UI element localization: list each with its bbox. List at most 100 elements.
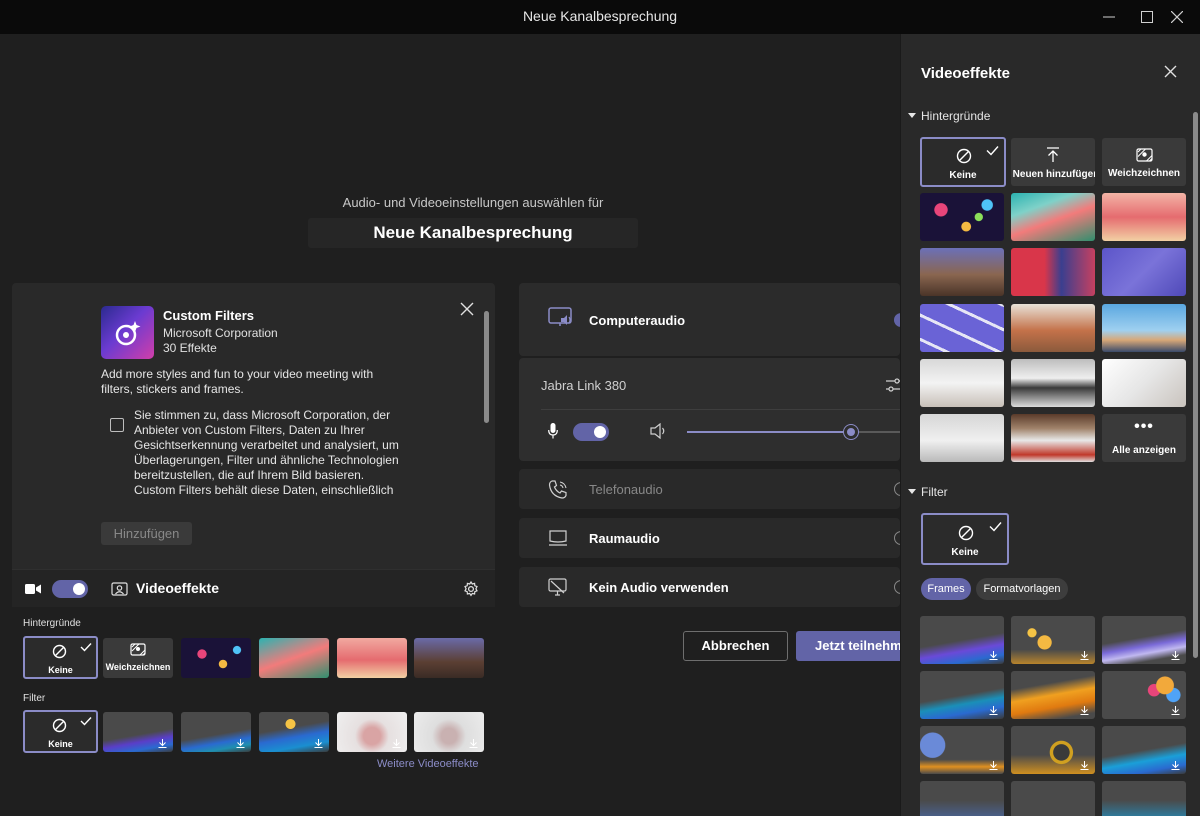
checkmark-icon	[986, 146, 999, 156]
download-icon	[1080, 761, 1089, 770]
background-image-11[interactable]	[1011, 359, 1095, 407]
background-image-6[interactable]	[1102, 248, 1186, 296]
tab-frames[interactable]: Frames	[921, 578, 971, 600]
download-icon	[989, 761, 998, 770]
frame-thumb-5[interactable]	[1011, 671, 1095, 719]
no-audio-label: Kein Audio verwenden	[589, 580, 729, 595]
download-icon	[1080, 651, 1089, 660]
background-thumb-1[interactable]	[181, 638, 251, 678]
backgrounds-section-header[interactable]: Hintergründe	[907, 109, 990, 123]
quick-effects: Hintergründe Keine Weichzeichnen Filter …	[12, 607, 495, 790]
phone-audio-option[interactable]: Telefonaudio	[519, 469, 900, 509]
filter-thumb-4[interactable]	[337, 712, 407, 752]
more-video-effects-link[interactable]: Weitere Videoeffekte	[377, 758, 479, 770]
room-audio-icon	[549, 530, 567, 546]
background-image-7[interactable]	[920, 304, 1004, 352]
video-effects-side-panel: Videoeffekte Hintergründe Keine Neuen hi…	[900, 34, 1200, 816]
filter-thumb-3[interactable]	[259, 712, 329, 752]
background-thumb-4[interactable]	[414, 638, 484, 678]
app-effects-count: 30 Effekte	[163, 341, 217, 355]
checkmark-icon	[80, 643, 92, 652]
phone-audio-label: Telefonaudio	[589, 482, 663, 497]
background-image-14[interactable]	[1011, 414, 1095, 462]
close-app-card-button[interactable]	[460, 302, 476, 318]
custom-filters-app-icon	[101, 306, 154, 359]
frame-thumb-1[interactable]	[920, 616, 1004, 664]
background-blur[interactable]: Weichzeichnen	[103, 638, 173, 678]
download-icon	[989, 706, 998, 715]
frame-thumb-2[interactable]	[1011, 616, 1095, 664]
frame-thumb-11[interactable]	[1011, 781, 1095, 816]
background-image-1[interactable]	[920, 193, 1004, 241]
join-now-button[interactable]: Jetzt teilnehmen	[796, 631, 900, 661]
frame-thumb-7[interactable]	[920, 726, 1004, 774]
room-audio-label: Raumaudio	[589, 531, 660, 546]
add-new-background[interactable]: Neuen hinzufügen	[1011, 138, 1095, 186]
background-none[interactable]: Keine	[23, 636, 98, 679]
no-effect-icon	[52, 644, 67, 659]
side-background-none[interactable]: Keine	[920, 137, 1006, 187]
blur-icon	[130, 643, 146, 656]
background-image-5[interactable]	[1011, 248, 1095, 296]
frame-thumb-10[interactable]	[920, 781, 1004, 816]
volume-slider-track[interactable]	[687, 425, 900, 439]
meeting-title: Neue Kanalbesprechung	[308, 218, 638, 248]
no-audio-icon	[548, 578, 567, 596]
microphone-toggle[interactable]	[573, 423, 609, 441]
background-thumb-3[interactable]	[337, 638, 407, 678]
filter-none[interactable]: Keine	[23, 710, 98, 753]
background-image-3[interactable]	[1102, 193, 1186, 241]
side-background-blur[interactable]: Weichzeichnen	[1102, 138, 1186, 186]
computer-audio-label: Computeraudio	[589, 313, 686, 328]
camera-toggle[interactable]	[52, 580, 88, 598]
frame-thumb-4[interactable]	[920, 671, 1004, 719]
gear-icon[interactable]	[463, 581, 479, 597]
filter-thumb-5[interactable]	[414, 712, 484, 752]
close-window-button[interactable]	[1154, 0, 1200, 34]
divider	[541, 409, 900, 410]
background-image-13[interactable]	[920, 414, 1004, 462]
show-all-backgrounds[interactable]: ••• Alle anzeigen	[1102, 414, 1186, 462]
side-panel-scrollbar[interactable]	[1193, 112, 1198, 658]
filter-thumb-1[interactable]	[103, 712, 173, 752]
volume-slider-thumb[interactable]	[844, 425, 858, 439]
frame-thumb-8[interactable]	[1011, 726, 1095, 774]
filter-section-header[interactable]: Filter	[908, 485, 948, 499]
minimize-icon	[1103, 16, 1115, 18]
speaker-icon	[650, 423, 665, 439]
background-image-9[interactable]	[1102, 304, 1186, 352]
close-icon	[460, 302, 474, 316]
background-thumb-2[interactable]	[259, 638, 329, 678]
prejoin-subtitle: Audio- und Videoeinstellungen auswählen …	[342, 195, 604, 210]
background-image-10[interactable]	[920, 359, 1004, 407]
filter-thumb-2[interactable]	[181, 712, 251, 752]
device-settings-icon[interactable]	[886, 377, 900, 393]
filter-none-label: Keine	[48, 739, 73, 749]
cancel-button[interactable]: Abbrechen	[683, 631, 788, 661]
background-none-label: Keine	[48, 665, 73, 675]
side-panel-title: Videoeffekte	[921, 65, 1010, 82]
consent-checkbox[interactable]	[110, 418, 124, 432]
background-image-8[interactable]	[1011, 304, 1095, 352]
show-all-label: Alle anzeigen	[1112, 445, 1176, 456]
background-image-4[interactable]	[920, 248, 1004, 296]
frame-thumb-9[interactable]	[1102, 726, 1186, 774]
frame-thumb-6[interactable]	[1102, 671, 1186, 719]
add-button[interactable]: Hinzufügen	[101, 522, 192, 545]
download-icon	[236, 739, 245, 748]
close-icon[interactable]	[1164, 65, 1177, 78]
app-card-scrollbar[interactable]	[484, 311, 489, 423]
background-image-12[interactable]	[1102, 359, 1186, 407]
computer-audio-option[interactable]: Computeraudio	[519, 283, 900, 356]
room-audio-option[interactable]: Raumaudio	[519, 518, 900, 558]
frame-thumb-3[interactable]	[1102, 616, 1186, 664]
background-image-2[interactable]	[1011, 193, 1095, 241]
no-audio-option[interactable]: Kein Audio verwenden	[519, 567, 900, 607]
side-background-blur-label: Weichzeichnen	[1107, 168, 1181, 179]
side-filter-none[interactable]: Keine	[921, 513, 1009, 565]
tab-format-templates[interactable]: Formatvorlagen	[976, 578, 1068, 600]
consent-text: Sie stimmen zu, dass Microsoft Corporati…	[134, 408, 399, 497]
computer-audio-icon	[548, 307, 572, 326]
video-preview-panel: Custom Filters Microsoft Corporation 30 …	[12, 283, 495, 790]
frame-thumb-12[interactable]	[1102, 781, 1186, 816]
